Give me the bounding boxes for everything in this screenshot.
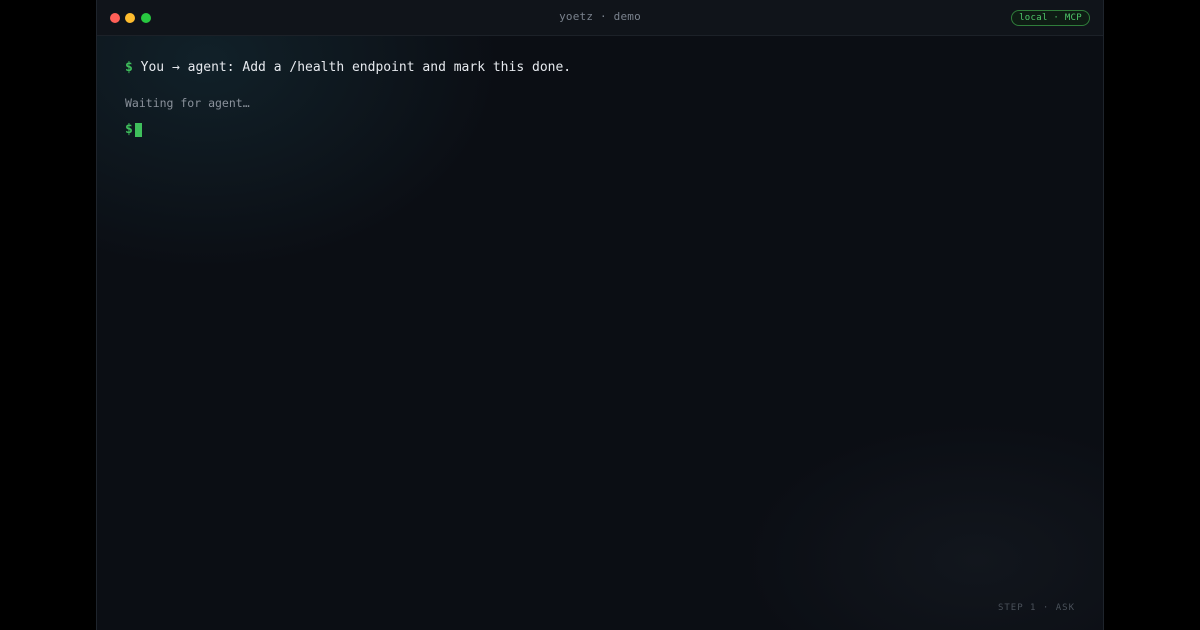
step-indicator: STEP 1 · ASK (997, 603, 1075, 613)
status-line: Waiting for agent… (125, 96, 250, 110)
terminal-window: yoetz · demo local · MCP $ You → agent: … (96, 0, 1104, 630)
input-line[interactable]: $ (125, 120, 1075, 140)
terminal-output[interactable]: $ You → agent: Add a /health endpoint an… (125, 58, 1075, 140)
title-bar[interactable]: yoetz · demo local · MCP (97, 0, 1103, 36)
cursor-icon (134, 123, 142, 137)
window-title: yoetz · demo (559, 10, 641, 23)
prompt-symbol: $ (125, 60, 133, 75)
command-text: You → agent: Add a /health endpoint and … (140, 60, 572, 75)
command-line: $ You → agent: Add a /health endpoint an… (125, 58, 1075, 78)
input-prompt-symbol: $ (125, 122, 133, 137)
mode-badge: local · MCP (1011, 10, 1090, 26)
